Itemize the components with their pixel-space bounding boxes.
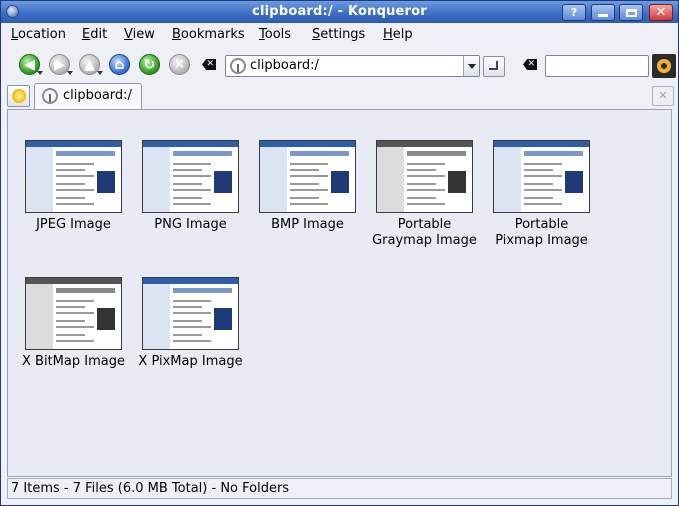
file-label-line: Portable	[514, 217, 569, 232]
file-label-line: Pixmap Image	[495, 233, 588, 248]
activity-gear-icon	[652, 54, 676, 78]
file-item[interactable]: X PixMap Image	[132, 277, 249, 370]
search-input[interactable]	[545, 55, 649, 77]
file-label-line: X PixMap Image	[138, 354, 243, 369]
file-item[interactable]: Portable Pixmap Image	[483, 140, 600, 249]
back-history-dropdown[interactable]	[37, 71, 43, 75]
file-thumbnail	[25, 140, 122, 213]
tab-clipboard[interactable]: clipboard:/	[34, 83, 142, 109]
menu-edit[interactable]: Edit	[82, 27, 107, 42]
menu-tools-label: Tools	[259, 27, 292, 42]
location-input[interactable]: clipboard:/	[250, 58, 319, 73]
new-tab-icon	[12, 89, 26, 103]
close-icon: ✕	[655, 5, 667, 20]
stop-icon[interactable]: ✕	[169, 54, 190, 75]
go-button[interactable]	[483, 56, 505, 77]
file-label: X PixMap Image	[132, 354, 249, 370]
new-tab-button[interactable]	[7, 85, 30, 107]
file-item[interactable]: X BitMap Image	[15, 277, 132, 370]
minimize-icon	[598, 14, 608, 17]
menu-view-label: View	[124, 27, 155, 42]
file-label: PNG Image	[132, 217, 249, 233]
title-bar[interactable]: clipboard:/ - Konqueror ? ✕	[1, 1, 678, 23]
status-bar: 7 Items - 7 Files (6.0 MB Total) - No Fo…	[7, 478, 672, 499]
file-label: JPEG Image	[15, 217, 132, 233]
menu-edit-label: Edit	[82, 27, 108, 42]
file-label-line: X BitMap Image	[22, 354, 125, 369]
menu-bookmarks[interactable]: Bookmarks	[172, 27, 245, 42]
maximize-button[interactable]	[619, 4, 643, 21]
reload-icon[interactable]: ↻	[139, 54, 160, 75]
file-item[interactable]: JPEG Image	[15, 140, 132, 233]
clear-location-icon[interactable]: ✕	[202, 59, 216, 70]
file-thumbnail	[142, 140, 239, 213]
file-item[interactable]: BMP Image	[249, 140, 366, 233]
file-thumbnail	[493, 140, 590, 213]
menu-bar: Location Edit View Bookmarks Tools Setti…	[1, 23, 678, 47]
menu-location-label: Location	[11, 27, 66, 42]
close-button[interactable]: ✕	[649, 4, 673, 21]
konqueror-window: clipboard:/ - Konqueror ? ✕ Location Edi…	[0, 0, 679, 506]
close-tab-button[interactable]: ✕	[652, 86, 674, 106]
forward-history-dropdown[interactable]	[67, 71, 73, 75]
maximize-icon	[625, 8, 637, 17]
file-label: Portable Pixmap Image	[483, 217, 600, 249]
file-thumbnail	[376, 140, 473, 213]
menu-settings[interactable]: Settings	[312, 27, 365, 42]
file-thumbnail	[25, 277, 122, 350]
remote-location-icon	[230, 58, 246, 74]
file-item[interactable]: Portable Graymap Image	[366, 140, 483, 249]
menu-location[interactable]: Location	[11, 27, 66, 42]
menu-bookmarks-label: Bookmarks	[172, 27, 245, 42]
status-text: 7 Items - 7 Files (6.0 MB Total) - No Fo…	[11, 481, 290, 496]
clear-search-icon[interactable]: ✕	[523, 59, 537, 70]
menu-settings-label: Settings	[312, 27, 366, 42]
home-icon[interactable]: ⌂	[109, 54, 130, 75]
minimize-button[interactable]	[591, 4, 615, 21]
remote-location-icon	[42, 88, 58, 104]
menu-view[interactable]: View	[124, 27, 155, 42]
tab-label: clipboard:/	[63, 88, 132, 103]
menu-tools[interactable]: Tools	[259, 27, 291, 42]
file-item[interactable]: PNG Image	[132, 140, 249, 233]
location-combobox[interactable]: clipboard:/	[225, 55, 480, 77]
file-label-line: BMP Image	[271, 217, 344, 232]
file-label-line: Graymap Image	[372, 233, 477, 248]
file-label-line: JPEG Image	[36, 217, 111, 232]
file-label: BMP Image	[249, 217, 366, 233]
menu-help-label: Help	[383, 27, 413, 42]
up-history-dropdown[interactable]	[97, 71, 103, 75]
file-icon-view[interactable]: JPEG Image PNG Image BMP Image Portable Gray…	[7, 109, 672, 477]
location-history-dropdown[interactable]	[463, 56, 479, 76]
help-button[interactable]: ?	[562, 4, 586, 21]
file-label-line: Portable	[397, 217, 452, 232]
file-thumbnail	[259, 140, 356, 213]
file-label-line: PNG Image	[154, 217, 227, 232]
file-label: X BitMap Image	[15, 354, 132, 370]
file-label: Portable Graymap Image	[366, 217, 483, 249]
menu-help[interactable]: Help	[383, 27, 413, 42]
file-thumbnail	[142, 277, 239, 350]
